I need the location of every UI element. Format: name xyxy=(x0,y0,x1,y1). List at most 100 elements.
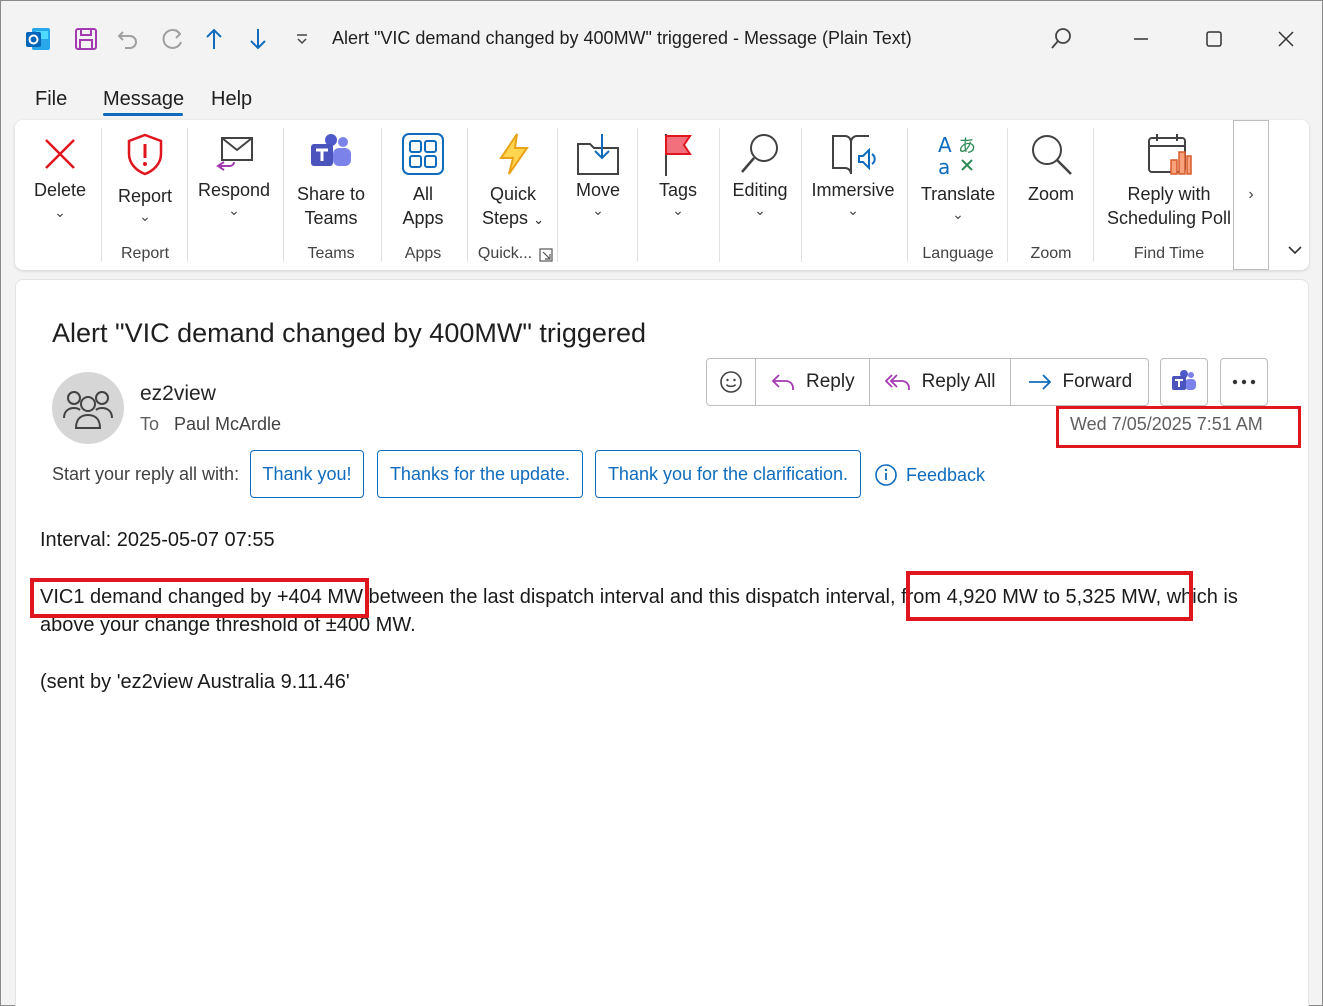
feedback-label: Feedback xyxy=(906,464,986,485)
reply-label: Reply xyxy=(806,371,855,392)
ribbon-separator xyxy=(283,128,284,262)
all-apps-label-2: Apps xyxy=(402,208,444,228)
zoom-icon xyxy=(1032,135,1072,175)
reading-pane: Alert "VIC demand changed by 400MW" trig… xyxy=(15,279,1309,1006)
tab-message[interactable]: Message xyxy=(103,88,184,111)
more-actions-button[interactable] xyxy=(1220,358,1268,406)
chevron-down-icon: ⌄ xyxy=(54,204,66,220)
ribbon-separator xyxy=(187,128,188,262)
outlook-message-window: Alert "VIC demand changed by 400MW" trig… xyxy=(0,0,1323,1006)
suggested-reply-2[interactable]: Thanks for the update. xyxy=(377,450,583,498)
delete-label: Delete xyxy=(33,180,87,200)
quick-steps-label-1: Quick xyxy=(489,184,536,204)
reply-poll-label-2: Scheduling Poll xyxy=(1106,208,1232,228)
reply-all-icon xyxy=(884,374,910,390)
reply-all-button[interactable]: Reply All xyxy=(870,359,1011,405)
sender-name[interactable]: ez2view xyxy=(140,382,216,406)
undo-icon[interactable] xyxy=(113,23,143,55)
suggested-reply-3[interactable]: Thank you for the clarification. xyxy=(595,450,861,498)
quick-steps-label-2: Steps ⌄ xyxy=(469,206,557,232)
info-icon xyxy=(875,464,897,486)
chevron-down-icon: ⌄ xyxy=(228,202,240,218)
recipient-name[interactable]: Paul McArdle xyxy=(174,414,281,435)
immersive-reader-button[interactable]: Immersive ⌄ xyxy=(803,120,903,270)
translate-label: Translate xyxy=(920,184,996,204)
close-button[interactable] xyxy=(1266,21,1306,57)
tags-button[interactable]: Tags ⌄ xyxy=(639,120,717,270)
shield-alert-icon xyxy=(127,133,163,176)
all-apps-label-1: All xyxy=(412,184,433,204)
tab-help[interactable]: Help xyxy=(211,88,252,111)
group-label-report: Report xyxy=(120,245,170,262)
svg-text:a: a xyxy=(938,155,950,178)
ribbon: Delete ⌄ Report ⌄ Report Respond ⌄ Share… xyxy=(15,120,1309,270)
editing-button[interactable]: Editing ⌄ xyxy=(721,120,799,270)
svg-text:あ: あ xyxy=(958,136,976,157)
reply-icon xyxy=(771,374,794,390)
feedback-link[interactable]: Feedback xyxy=(874,463,985,487)
ribbon-display-options-button[interactable] xyxy=(1283,238,1307,262)
suggested-reply-1[interactable]: Thank you! xyxy=(250,450,364,498)
forward-icon xyxy=(1028,374,1051,390)
move-folder-icon xyxy=(577,134,619,175)
immersive-reader-icon xyxy=(832,135,876,175)
forward-label: Forward xyxy=(1062,371,1133,392)
reply-all-label: Reply All xyxy=(921,371,996,392)
customize-toolbar-icon[interactable] xyxy=(287,23,317,55)
next-item-icon[interactable] xyxy=(243,23,273,55)
respond-button[interactable]: Respond ⌄ xyxy=(189,120,279,270)
dialog-launcher-icon[interactable] xyxy=(539,248,553,262)
maximize-button[interactable] xyxy=(1194,21,1234,57)
ribbon-separator xyxy=(381,128,382,262)
active-tab-indicator xyxy=(103,113,183,116)
group-label-zoom: Zoom xyxy=(1030,245,1072,262)
magnifier-icon xyxy=(741,134,778,173)
date-highlight-box xyxy=(1056,406,1301,448)
avatar xyxy=(52,372,124,444)
quick-reply-label: Start your reply all with: xyxy=(52,464,240,484)
group-label-apps: Apps xyxy=(404,245,442,262)
teams-icon xyxy=(1172,370,1196,390)
group-label-quick: Quick... xyxy=(477,245,533,262)
message-actions: Reply Reply All Forward xyxy=(706,358,1150,406)
chevron-right-icon: › xyxy=(1248,186,1254,203)
body-sent-by: (sent by 'ez2view Australia 9.11.46' xyxy=(40,671,350,693)
move-button[interactable]: Move ⌄ xyxy=(559,120,637,270)
to-label: To xyxy=(140,414,160,434)
respond-label: Respond xyxy=(197,180,271,200)
group-label-teams: Teams xyxy=(307,245,355,262)
body-interval: Interval: 2025-05-07 07:55 xyxy=(40,529,275,551)
tab-file[interactable]: File xyxy=(35,88,67,111)
share-to-teams-button[interactable] xyxy=(1160,358,1208,406)
share-teams-label-1: Share to xyxy=(296,184,366,204)
people-icon xyxy=(63,391,113,429)
zoom-label: Zoom xyxy=(1027,184,1074,204)
reactions-button[interactable] xyxy=(707,359,756,405)
forward-button[interactable]: Forward xyxy=(1011,359,1149,405)
delete-button[interactable]: Delete ⌄ xyxy=(15,120,105,270)
translate-icon: A あa xyxy=(938,133,976,178)
from-to-highlight-box xyxy=(906,571,1193,621)
immersive-label: Immersive xyxy=(811,180,895,200)
ribbon-scroll-right-button[interactable]: › xyxy=(1233,120,1269,270)
respond-envelope-icon xyxy=(216,137,253,171)
ribbon-separator xyxy=(907,128,908,262)
editing-label: Editing xyxy=(732,180,788,200)
ribbon-separator xyxy=(1093,128,1094,262)
apps-grid-icon xyxy=(402,133,444,175)
title-bar: Alert "VIC demand changed by 400MW" trig… xyxy=(1,1,1322,77)
reply-button[interactable]: Reply xyxy=(756,359,870,405)
report-label: Report xyxy=(117,186,173,206)
redo-icon[interactable] xyxy=(157,23,187,55)
delete-icon xyxy=(45,139,75,169)
search-icon[interactable] xyxy=(1041,21,1081,57)
previous-item-icon[interactable] xyxy=(199,23,229,55)
lightning-icon xyxy=(499,133,529,175)
share-teams-label-2: Teams xyxy=(304,208,358,228)
scheduling-poll-icon xyxy=(1148,134,1192,175)
ribbon-separator xyxy=(637,128,638,262)
minimize-button[interactable] xyxy=(1121,21,1161,57)
save-icon[interactable] xyxy=(71,23,101,55)
chevron-down-icon: ⌄ xyxy=(754,202,766,218)
group-label-find-time: Find Time xyxy=(1133,245,1205,262)
